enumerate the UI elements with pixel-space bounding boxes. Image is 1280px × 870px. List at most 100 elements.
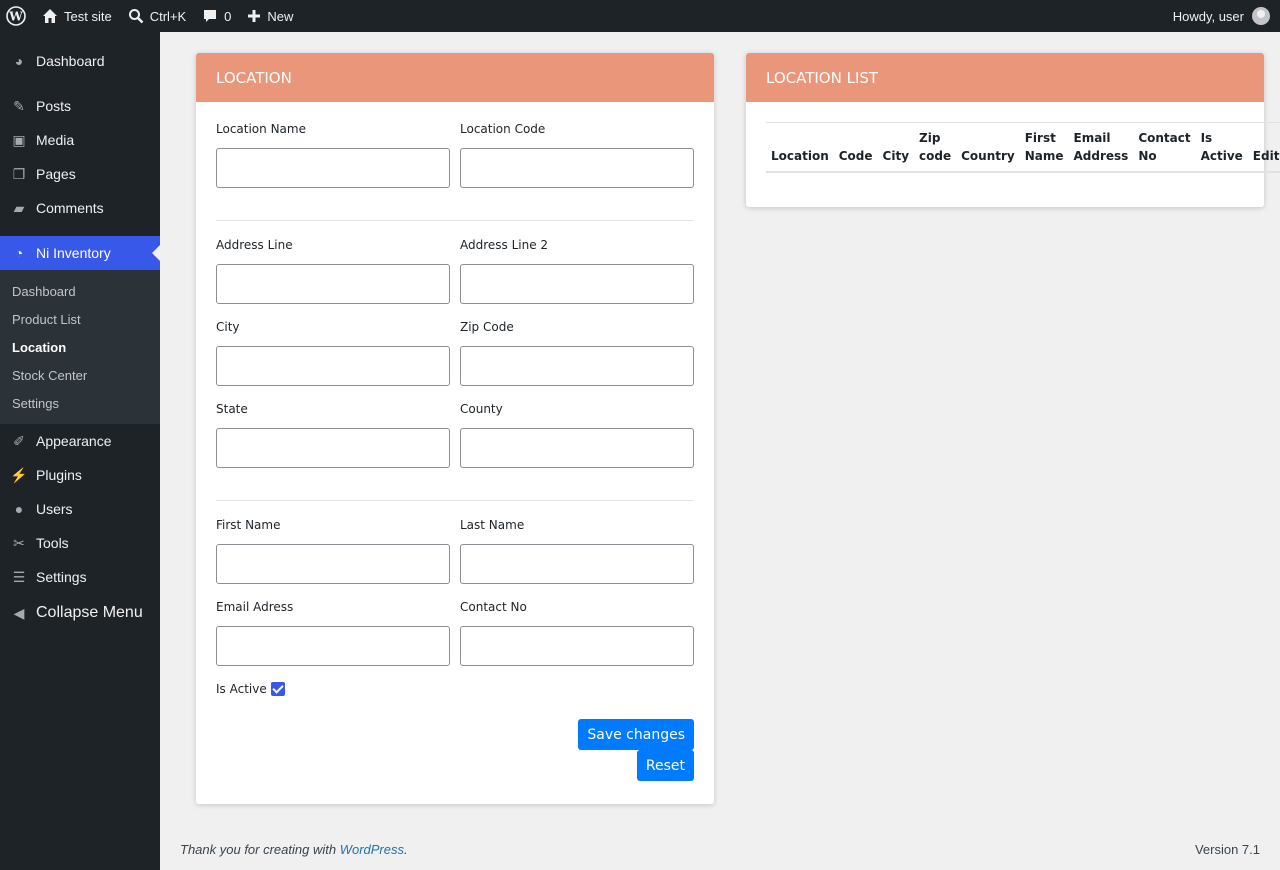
new-content-link[interactable]: New [239,0,301,32]
location-name-label: Location Name [216,122,306,136]
menu-media[interactable]: ▣ Media [0,123,160,157]
menu-users[interactable]: ● Users [0,492,160,526]
menu-tools[interactable]: ✂ Tools [0,526,160,560]
new-label: New [267,8,294,24]
location-form-card: LOCATION Location Name Location Code Add… [196,53,714,804]
location-name-input[interactable] [216,148,450,188]
submenu-product-list[interactable]: Product List [0,305,160,333]
dashboard-icon: ◕ [14,53,24,69]
collapse-menu-button[interactable]: ◀ Collapse Menu [0,594,160,632]
search-icon [128,9,144,24]
first-name-input[interactable] [216,544,450,584]
is-active-checkbox[interactable] [270,682,285,696]
menu-label: Settings [36,569,87,585]
avatar [1252,7,1270,25]
location-form-title: LOCATION [196,53,714,102]
email-label: Email Adress [216,600,294,614]
menu-ni-inventory[interactable]: ◔ Ni Inventory [0,236,160,270]
comments-link[interactable]: 0 [194,0,239,32]
menu-label: Collapse Menu [36,604,143,621]
menu-comments[interactable]: ▰ Comments [0,191,160,225]
divider [216,220,694,221]
contact-no-label: Contact No [460,600,527,614]
first-name-label: First Name [216,518,281,532]
column-header: Location [771,149,829,163]
settings-icon: ☰ [12,568,26,585]
address-line-input[interactable] [216,264,450,304]
submenu-location[interactable]: Location [0,333,160,361]
zip-code-input[interactable] [460,346,694,386]
save-changes-button[interactable]: Save changes [578,719,694,750]
menu-appearance[interactable]: ✐ Appearance [0,424,160,458]
footer-text: Thank you for creating with [180,842,340,857]
search-shortcut[interactable]: Ctrl+K [120,0,194,32]
menu-label: Dashboard [36,53,105,69]
column-header: Email Address [1073,131,1129,163]
wordpress-icon: W [6,6,26,26]
svg-text:W: W [8,10,23,24]
menu-label: Pages [36,166,76,182]
home-icon [43,9,57,23]
address-line-label: Address Line [216,238,293,252]
comments-count: 0 [224,8,232,24]
location-code-input[interactable] [460,148,694,188]
column-header: First Name [1024,131,1064,163]
column-header: Country [961,149,1015,163]
site-name-link[interactable]: Test site [34,0,120,32]
menu-pages[interactable]: ❐ Pages [0,157,160,191]
contact-no-input[interactable] [460,626,694,666]
menu-label: Ni Inventory [36,245,111,261]
plus-icon [248,10,261,22]
location-list-title: LOCATION LIST [746,53,1264,102]
chart-pie-icon: ◔ [14,245,24,261]
divider [216,500,694,501]
admin-sidebar: ◕ Dashboard ✎ Posts ▣ Media ❐ Pages ▰ Co… [0,32,160,870]
menu-posts[interactable]: ✎ Posts [0,89,160,123]
location-list-card: LOCATION LIST Location Code City Zip cod… [746,53,1280,207]
wordpress-logo[interactable]: W [0,0,34,32]
footer-suffix: . [404,842,408,857]
column-header: Code [838,149,873,163]
last-name-label: Last Name [460,518,525,532]
location-code-label: Location Code [460,122,546,136]
state-label: State [216,402,248,416]
main-content: LOCATION Location Name Location Code Add… [160,32,1280,870]
admin-bar: W Test site Ctrl+K 0 New Howdy, user [0,0,1280,32]
zip-code-label: Zip Code [460,320,514,334]
menu-dashboard[interactable]: ◕ Dashboard [0,44,160,78]
reset-button[interactable]: Reset [636,750,694,781]
address-line-2-input[interactable] [460,264,694,304]
menu-plugins[interactable]: ⚡ Plugins [0,458,160,492]
menu-settings[interactable]: ☰ Settings [0,560,160,594]
plug-icon: ⚡ [10,466,28,483]
submenu-stock-center[interactable]: Stock Center [0,361,160,389]
pages-icon: ❐ [12,165,26,182]
menu-label: Plugins [36,467,82,483]
menu-label: Users [36,501,73,517]
menu-label: Comments [36,200,104,216]
collapse-icon: ◀ [13,604,25,621]
location-form: Location Name Location Code Address Line… [196,102,714,801]
wrench-icon: ✂ [13,534,25,551]
greeting: Howdy, user [1172,8,1244,24]
submenu-settings[interactable]: Settings [0,389,160,417]
ni-inventory-submenu: Dashboard Product List Location Stock Ce… [0,270,160,424]
menu-label: Posts [36,98,72,114]
is-active-label: Is Active [216,682,267,696]
address-line-2-label: Address Line 2 [460,238,549,252]
version-text: Version 7.1 [1194,842,1260,857]
wordpress-link[interactable]: WordPress [340,842,404,857]
column-header: City [882,149,910,163]
submenu-dashboard[interactable]: Dashboard [0,277,160,305]
footer-thanks: Thank you for creating with WordPress. [180,842,408,857]
state-input[interactable] [216,428,450,468]
menu-label: Tools [36,535,69,551]
email-input[interactable] [216,626,450,666]
last-name-input[interactable] [460,544,694,584]
county-input[interactable] [460,428,694,468]
city-input[interactable] [216,346,450,386]
pin-icon: ✎ [13,97,25,114]
comment-icon [204,10,217,22]
account-menu[interactable]: Howdy, user [1173,7,1280,25]
brush-icon: ✐ [13,432,25,449]
